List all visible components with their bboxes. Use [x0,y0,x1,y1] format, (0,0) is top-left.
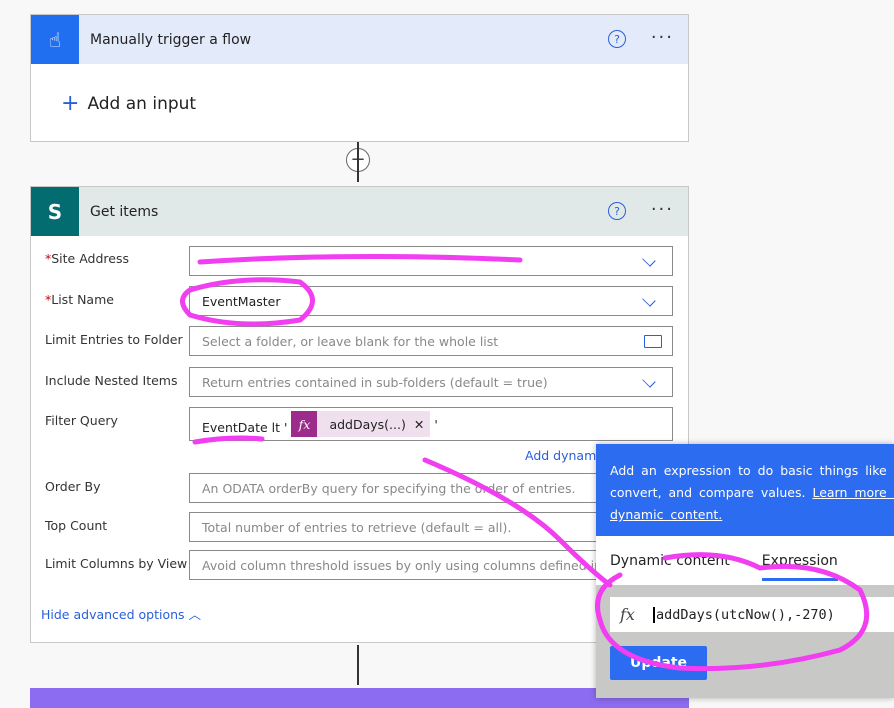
dynamic-content-link[interactable]: dynamic content. [610,507,722,522]
update-button[interactable]: Update [610,646,707,680]
filter-label: Filter Query [45,413,118,428]
sharepoint-icon: S [31,187,79,236]
tab-expression[interactable]: Expression [761,541,838,581]
limit-columns-label: Limit Columns by View [45,556,188,571]
expression-input[interactable]: fx addDays(utcNow(),-270) [610,597,894,632]
learn-more-link[interactable]: Learn more about [812,485,894,500]
nested-label: Include Nested Items [45,373,178,388]
nested-input[interactable]: Return entries contained in sub-folders … [189,367,673,397]
expression-token[interactable]: fx addDays(...) ✕ [291,411,431,437]
popup-info: Add an expression to do basic things lik… [596,444,894,536]
chevron-down-icon[interactable] [642,293,656,307]
trigger-header[interactable]: ☝ Manually trigger a flow ? ··· [31,15,688,64]
tab-dynamic-content[interactable]: Dynamic content [610,553,730,569]
help-icon[interactable]: ? [608,202,626,220]
list-name-label: *List Name [45,292,114,307]
get-items-title: Get items [90,203,159,220]
trigger-card: ☝ Manually trigger a flow ? ··· + Add an… [30,14,689,142]
remove-token-icon[interactable]: ✕ [414,417,424,432]
chevron-up-icon: ︿ [188,607,202,622]
hand-touch-icon: ☝ [31,15,79,64]
arrow-down-icon [357,142,359,182]
next-step-card[interactable] [30,688,689,708]
chevron-down-icon[interactable] [642,253,656,267]
list-name-input[interactable]: EventMaster [189,286,673,316]
help-icon[interactable]: ? [608,30,626,48]
site-address-input[interactable] [189,246,673,276]
dynamic-content-popup: Add an expression to do basic things lik… [596,444,894,698]
fx-icon: fx [291,411,318,437]
folder-icon[interactable] [644,335,662,348]
order-by-label: Order By [45,479,101,494]
fx-icon: fx [620,605,635,624]
plus-icon: + [61,91,80,116]
folder-label: Limit Entries to Folder [45,332,183,347]
arrow-down-icon [357,645,359,685]
get-items-header[interactable]: S Get items ? ··· [31,187,688,236]
add-input-button[interactable]: + Add an input [61,91,196,116]
top-count-label: Top Count [45,518,108,533]
get-items-card: S Get items ? ··· *Site Address *List Na… [30,186,689,643]
site-address-label: *Site Address [45,251,130,266]
more-options-icon[interactable]: ··· [651,27,674,48]
folder-input[interactable]: Select a folder, or leave blank for the … [189,326,673,356]
trigger-title: Manually trigger a flow [90,31,252,48]
chevron-down-icon[interactable] [642,374,656,388]
hide-advanced-options-link[interactable]: Hide advanced options ︿ [41,604,201,623]
filter-query-input[interactable]: EventDate lt ' fx addDays(...) ✕ ' [189,407,673,441]
more-options-icon[interactable]: ··· [651,199,674,220]
